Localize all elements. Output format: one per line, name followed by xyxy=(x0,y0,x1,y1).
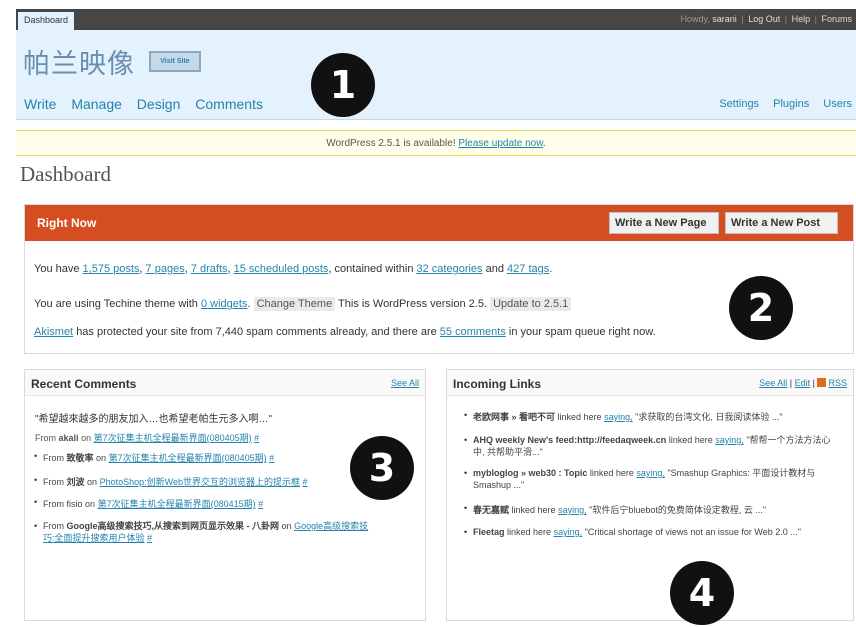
help-link[interactable]: Help xyxy=(792,14,811,24)
tags-link[interactable]: 427 tags xyxy=(507,263,549,275)
latest-comment-meta: From akali on 第7次征集主机全程最新界面(080405期) # xyxy=(35,433,260,443)
comment-post-link[interactable]: 第7次征集主机全程最新界面(080405期) xyxy=(109,453,267,463)
pages-link[interactable]: 7 pages xyxy=(146,263,185,275)
incoming-link-item: mybloglog » web30 : Topic linked here sa… xyxy=(464,467,833,491)
theme-summary: You are using Techine theme with 0 widge… xyxy=(34,297,572,311)
admin-header: 帕兰映像 Visit Site Write Manage Design Comm… xyxy=(16,30,856,120)
page-title: Dashboard xyxy=(20,162,111,186)
marker-3: 3 xyxy=(350,436,414,500)
forums-link[interactable]: Forums xyxy=(821,14,852,24)
links-see-all-link[interactable]: See All xyxy=(759,378,787,388)
comments-see-all-link[interactable]: See All xyxy=(391,378,419,388)
dashboard-tab[interactable]: Dashboard xyxy=(18,12,75,30)
comment-permalink[interactable]: # xyxy=(258,499,263,509)
incoming-links-title: Incoming Links xyxy=(453,377,542,391)
site-title: 帕兰映像 xyxy=(23,49,135,80)
write-new-page-button[interactable]: Write a New Page xyxy=(609,212,719,234)
marker-4: 4 xyxy=(670,561,734,625)
admin-top-bar: Dashboard Howdy, sarani | Log Out | Help… xyxy=(16,9,856,30)
update-notice: WordPress 2.5.1 is available! Please upd… xyxy=(16,130,856,156)
incoming-link-item: 春无嘉赋 linked here saying, "软件后宁bluebot的免费… xyxy=(464,503,766,516)
comment-post-link[interactable]: PhotoShop:创新Web世界交互的浏览器上的提示框 xyxy=(100,477,300,487)
scheduled-link[interactable]: 15 scheduled posts xyxy=(234,263,329,275)
content-summary: You have 1,575 posts, 7 pages, 7 drafts,… xyxy=(34,263,553,275)
comment-permalink[interactable]: # xyxy=(147,533,152,543)
saying-link[interactable]: saying, xyxy=(636,468,665,478)
marker-1: 1 xyxy=(311,53,375,117)
akismet-link[interactable]: Akismet xyxy=(34,326,73,338)
howdy-label: Howdy, xyxy=(680,14,710,24)
incoming-link-item: AHQ weekly New's feed:http://feedaqweek.… xyxy=(464,434,833,458)
links-edit-link[interactable]: Edit xyxy=(795,378,811,388)
nav-users[interactable]: Users xyxy=(823,98,852,110)
comment-item: From 致敬率 on 第7次征集主机全程最新界面(080405期) # xyxy=(34,451,274,464)
main-nav: Write Manage Design Comments xyxy=(24,96,274,112)
rss-icon xyxy=(817,378,827,387)
nav-plugins[interactable]: Plugins xyxy=(773,98,809,110)
saying-link[interactable]: saying, xyxy=(604,412,633,422)
comment-post-link[interactable]: 第7次征集主机全程最新界面(080415期) xyxy=(98,499,256,509)
saying-link[interactable]: saying, xyxy=(558,505,587,515)
posts-link[interactable]: 1,575 posts xyxy=(83,263,140,275)
secondary-nav: Settings Plugins Users xyxy=(708,98,852,110)
update-notice-text: WordPress 2.5.1 is available! xyxy=(326,138,456,149)
comment-item: From fisio on 第7次征集主机全程最新界面(080415期) # xyxy=(34,497,263,510)
update-wordpress-button[interactable]: Update to 2.5.1 xyxy=(490,297,572,311)
comment-post-link[interactable]: 第7次征集主机全程最新界面(080405期) xyxy=(94,433,252,443)
right-now-header: Right Now Write a New Page Write a New P… xyxy=(25,205,853,241)
comment-author: akali xyxy=(58,433,79,443)
recent-comments-title: Recent Comments xyxy=(31,377,137,391)
visit-site-button[interactable]: Visit Site xyxy=(149,51,201,72)
marker-2: 2 xyxy=(729,276,793,340)
write-new-post-button[interactable]: Write a New Post xyxy=(725,212,838,234)
update-now-link[interactable]: Please update now xyxy=(458,138,543,149)
nav-write[interactable]: Write xyxy=(24,96,56,112)
username-link[interactable]: sarani xyxy=(712,14,737,24)
recent-comments-header: Recent Comments See All xyxy=(25,370,425,396)
comment-item: From 刘波 on PhotoShop:创新Web世界交互的浏览器上的提示框 … xyxy=(34,475,307,488)
categories-link[interactable]: 32 categories xyxy=(417,263,483,275)
change-theme-button[interactable]: Change Theme xyxy=(253,297,336,311)
rss-link[interactable]: RSS xyxy=(828,378,847,388)
nav-manage[interactable]: Manage xyxy=(71,96,122,112)
akismet-summary: Akismet has protected your site from 7,4… xyxy=(34,326,656,338)
incoming-link-item: Fleetag linked here saying, "Critical sh… xyxy=(464,526,833,538)
comment-item: From Google高级搜索技巧,从搜索到网页显示效果 - 八卦网 on Go… xyxy=(34,520,373,544)
saying-link[interactable]: saying, xyxy=(715,435,744,445)
comment-permalink[interactable]: # xyxy=(302,477,307,487)
incoming-links-widget: Incoming Links See All | Edit | RSS 老欧网事… xyxy=(446,369,854,621)
latest-comment-quote: "希望越來越多的朋友加入…也希望老帕生元多入啊…" xyxy=(35,414,273,425)
incoming-link-item: 老欧网事 » 看吧不可 linked here saying, "求获取的台湾文… xyxy=(464,410,783,423)
comment-permalink[interactable]: # xyxy=(269,453,274,463)
widgets-link[interactable]: 0 widgets xyxy=(201,298,247,310)
nav-design[interactable]: Design xyxy=(137,96,181,112)
incoming-links-header: Incoming Links See All | Edit | RSS xyxy=(447,370,853,396)
saying-link[interactable]: saying, xyxy=(554,527,583,537)
logout-link[interactable]: Log Out xyxy=(748,14,780,24)
spam-comments-link[interactable]: 55 comments xyxy=(440,326,506,338)
user-links: Howdy, sarani | Log Out | Help | Forums xyxy=(680,14,852,24)
drafts-link[interactable]: 7 drafts xyxy=(191,263,228,275)
nav-settings[interactable]: Settings xyxy=(719,98,759,110)
nav-comments[interactable]: Comments xyxy=(195,96,263,112)
right-now-box: Right Now Write a New Page Write a New P… xyxy=(24,204,854,354)
comment-permalink[interactable]: # xyxy=(254,433,259,443)
right-now-title: Right Now xyxy=(37,216,97,230)
